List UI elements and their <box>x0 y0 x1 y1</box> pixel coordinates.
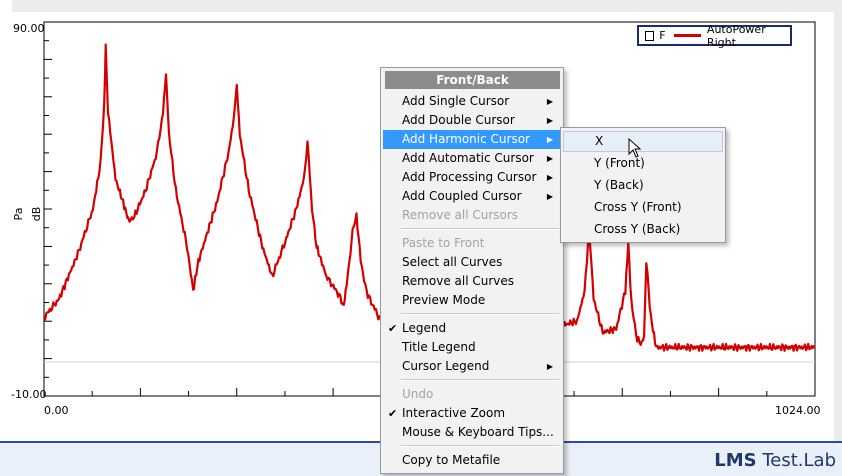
y-label-pa: Pa <box>12 208 25 221</box>
menu-item-label: Remove all Curves <box>402 274 515 288</box>
menu-item-title-legend[interactable]: Title Legend <box>383 338 561 357</box>
y-tick-top: 90.00 <box>13 22 45 35</box>
menu-item-mouse-keyboard-tips[interactable]: Mouse & Keyboard Tips... <box>383 423 561 442</box>
submenu-arrow-icon: ▶ <box>546 116 553 125</box>
menu-separator <box>401 228 559 230</box>
menu-item-label: Interactive Zoom <box>402 406 506 420</box>
submenu-arrow-icon: ▶ <box>546 135 553 144</box>
menu-item-label: Add Coupled Cursor <box>402 189 522 203</box>
checkmark-icon: ✔ <box>388 407 398 420</box>
menu-item-undo: Undo <box>383 385 561 404</box>
menu-item-label: Add Harmonic Cursor <box>402 132 530 146</box>
menu-item-label: Legend <box>402 321 447 335</box>
menu-item-add-harmonic-cursor[interactable]: Add Harmonic Cursor ▶ <box>383 130 561 149</box>
menu-item-add-single-cursor[interactable]: Add Single Cursor ▶ <box>383 92 561 111</box>
brand-rest: Test.Lab <box>756 450 836 471</box>
menu-item-copy-to-metafile[interactable]: Copy to Metafile <box>383 451 561 470</box>
submenu-item-x[interactable]: X <box>563 131 723 152</box>
legend-checkbox[interactable] <box>645 30 655 41</box>
mouse-pointer-icon <box>628 138 642 158</box>
menu-item-remove-all-curves[interactable]: Remove all Curves <box>383 272 561 291</box>
menu-item-label: Cursor Legend <box>402 359 490 373</box>
legend-swatch <box>673 34 701 37</box>
submenu-arrow-icon: ▶ <box>546 362 553 371</box>
menu-item-label: Add Single Cursor <box>402 94 510 108</box>
menu-item-preview-mode[interactable]: Preview Mode <box>383 291 561 310</box>
brand-logo: LMS Test.Lab <box>714 450 836 471</box>
menu-item-label: Add Automatic Cursor <box>402 151 534 165</box>
submenu-item-y-back[interactable]: Y (Back) <box>563 175 723 196</box>
menu-item-label: Select all Curves <box>402 255 503 269</box>
x-tick-left: 0.00 <box>44 404 69 417</box>
menu-item-cursor-legend[interactable]: Cursor Legend ▶ <box>383 357 561 376</box>
submenu-arrow-icon: ▶ <box>546 173 553 182</box>
menu-item-add-processing-cursor[interactable]: Add Processing Cursor ▶ <box>383 168 561 187</box>
menu-item-add-double-cursor[interactable]: Add Double Cursor ▶ <box>383 111 561 130</box>
menu-item-legend[interactable]: ✔ Legend <box>383 319 561 338</box>
legend-checkbox-label: F <box>659 29 666 42</box>
menu-item-select-all-curves[interactable]: Select all Curves <box>383 253 561 272</box>
legend-series-label: AutoPower Right <box>706 22 766 49</box>
menu-separator <box>401 445 559 447</box>
menu-item-label: Remove all Cursors <box>402 208 519 222</box>
menu-item-remove-all-cursors: Remove all Cursors <box>383 206 561 225</box>
chart-legend[interactable]: F AutoPower Right <box>637 22 792 49</box>
menu-item-label: Add Double Cursor <box>402 113 515 127</box>
menu-item-paste-to-front: Paste to Front <box>383 234 561 253</box>
menu-item-add-coupled-cursor[interactable]: Add Coupled Cursor ▶ <box>383 187 561 206</box>
y-tick-bottom: -10.00 <box>11 388 47 401</box>
menu-separator <box>401 313 559 315</box>
brand-bold: LMS <box>714 450 757 471</box>
submenu-item-y-front[interactable]: Y (Front) <box>563 153 723 174</box>
menu-item-label: Title Legend <box>402 340 476 354</box>
menu-item-label: Add Processing Cursor <box>402 170 537 184</box>
menu-item-label: Paste to Front <box>402 236 485 250</box>
menu-item-label: Preview Mode <box>402 293 486 307</box>
context-menu[interactable]: Front/Back Add Single Cursor ▶ Add Double… <box>380 67 564 474</box>
x-tick-right: 1024.00 <box>775 404 821 417</box>
harmonic-cursor-submenu[interactable]: X Y (Front) Y (Back) Cross Y (Front) Cro… <box>560 127 726 243</box>
submenu-item-cross-y-back[interactable]: Cross Y (Back) <box>563 219 723 240</box>
checkmark-icon: ✔ <box>388 322 398 335</box>
submenu-arrow-icon: ▶ <box>546 192 553 201</box>
submenu-arrow-icon: ▶ <box>546 97 553 106</box>
y-label-db: dB <box>30 207 43 222</box>
context-menu-header: Front/Back <box>385 71 560 89</box>
menu-item-label: Copy to Metafile <box>402 453 501 467</box>
menu-item-add-automatic-cursor[interactable]: Add Automatic Cursor ▶ <box>383 149 561 168</box>
menu-separator <box>401 379 559 381</box>
menu-item-label: Undo <box>402 387 434 401</box>
submenu-item-cross-y-front[interactable]: Cross Y (Front) <box>563 197 723 218</box>
menu-item-label: Mouse & Keyboard Tips... <box>402 425 554 439</box>
menu-item-interactive-zoom[interactable]: ✔ Interactive Zoom <box>383 404 561 423</box>
submenu-arrow-icon: ▶ <box>546 154 553 163</box>
